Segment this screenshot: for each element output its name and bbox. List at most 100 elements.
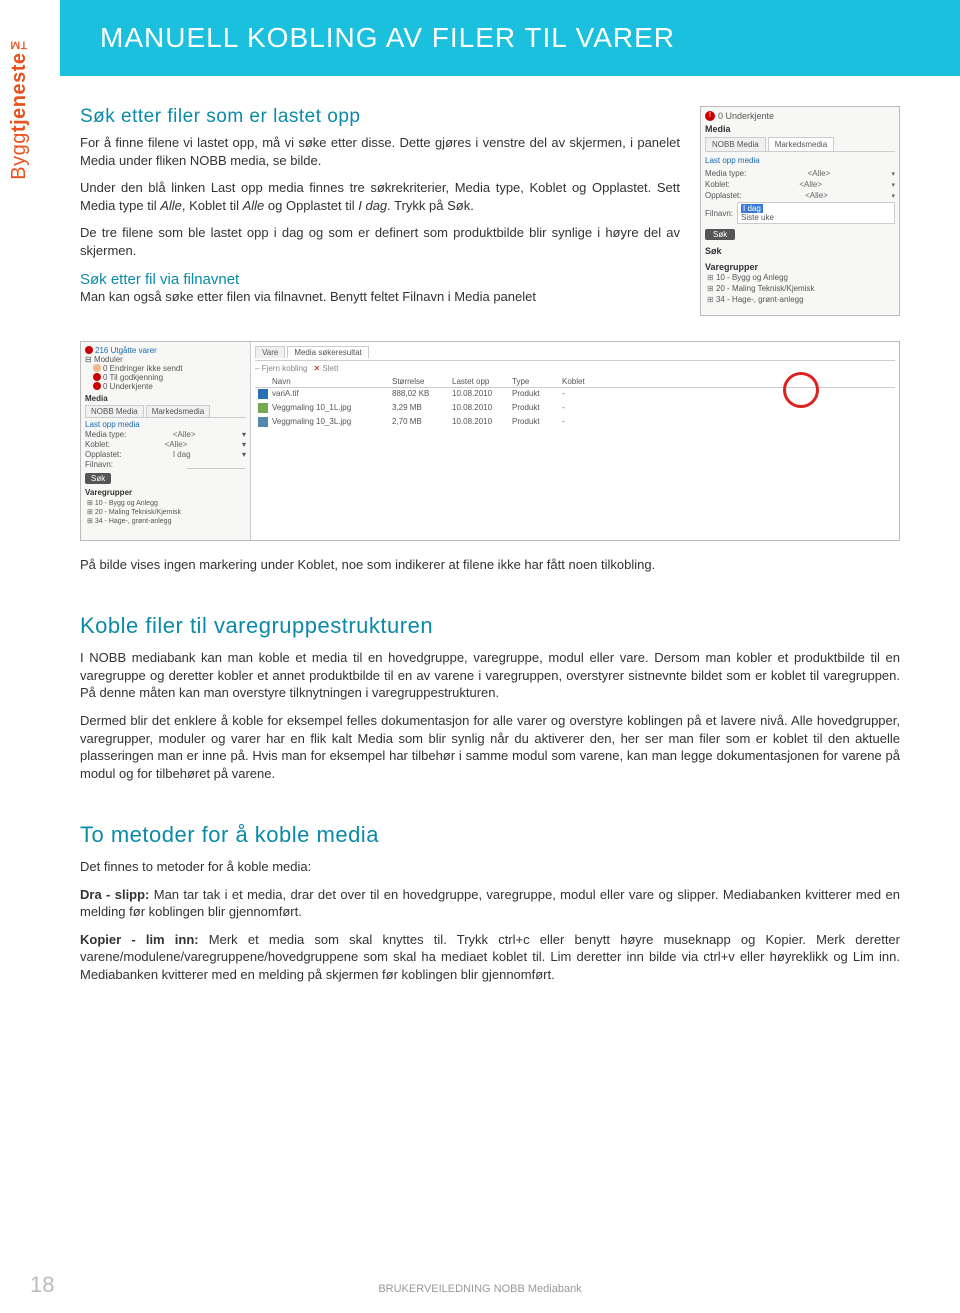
field-filnavn: Filnavn: I dag Siste uke bbox=[705, 202, 895, 224]
logo: Byggtjeneste™ bbox=[8, 30, 31, 180]
mod-item[interactable]: 0 Endringer ikke sendt bbox=[85, 364, 246, 373]
file-icon bbox=[258, 417, 268, 427]
sok-header: Søk bbox=[705, 246, 895, 256]
tree-item[interactable]: ⊞ 10 - Bygg og Anlegg bbox=[87, 499, 246, 508]
tab-vare[interactable]: Vare bbox=[255, 346, 285, 358]
plus-icon[interactable]: ⊞ bbox=[707, 273, 714, 282]
warn-icon bbox=[93, 382, 101, 390]
th-size[interactable]: Størrelse bbox=[389, 376, 449, 387]
warn-text: 0 Underkjente bbox=[718, 111, 774, 121]
delete-icon: ✕ bbox=[313, 364, 320, 373]
media-header: Media bbox=[85, 394, 246, 403]
section-1-p2: Under den blå linken Last opp media finn… bbox=[80, 179, 680, 214]
tree: ⊞ 10 - Bygg og Anlegg ⊞ 20 - Maling Tekn… bbox=[85, 499, 246, 526]
section-3-p1: I NOBB mediabank kan man koble et media … bbox=[80, 649, 900, 702]
section-4-p2: Kopier - lim inn: Merk et media som skal… bbox=[80, 931, 900, 984]
tree-item[interactable]: ⊞ 20 - Maling Teknisk/Kjemisk bbox=[707, 283, 895, 294]
result-tabs: Vare Media søkeresultat bbox=[255, 346, 895, 361]
opplastet-value[interactable]: <Alle> bbox=[805, 191, 828, 200]
logo-tm: ™ bbox=[8, 30, 30, 53]
upload-media-link[interactable]: Last opp media bbox=[705, 156, 895, 165]
section-3-p2: Dermed blir det enklere å koble for ekse… bbox=[80, 712, 900, 782]
field-media-type: Media type: <Alle> ▾ bbox=[705, 169, 895, 178]
media-label: Media bbox=[705, 124, 895, 134]
warn-row: ! 0 Underkjente bbox=[705, 111, 895, 121]
left-pane: 216 Utgåtte varer ⊟ Moduler 0 Endringer … bbox=[81, 342, 251, 540]
media-type-value[interactable]: <Alle> bbox=[808, 169, 831, 178]
section-2-p1: Man kan også søke etter filen via filnav… bbox=[80, 288, 680, 306]
plus-icon[interactable]: ⊞ bbox=[707, 284, 714, 293]
f-opplastet: Opplastet:I dag▾ bbox=[85, 450, 246, 459]
file-icon bbox=[258, 403, 268, 413]
annotation-circle bbox=[783, 372, 819, 408]
tree-item[interactable]: ⊞ 34 - Hage-, grønt-anlegg bbox=[707, 294, 895, 305]
dropdown-option[interactable]: Siste uke bbox=[741, 213, 891, 222]
tab-nobb-media[interactable]: NOBB Media bbox=[705, 137, 766, 151]
footer-text: BRUKERVEILEDNING NOBB Mediabank bbox=[0, 1283, 960, 1295]
th-name[interactable]: Navn bbox=[269, 376, 389, 387]
tree: ⊞ 10 - Bygg og Anlegg ⊞ 20 - Maling Tekn… bbox=[705, 272, 895, 306]
plus-icon[interactable]: ⊞ bbox=[707, 295, 714, 304]
page-title: MANUELL KOBLING AV FILER TIL VARER bbox=[60, 0, 960, 76]
mod-item[interactable]: 0 Underkjente bbox=[85, 382, 246, 391]
expired-link[interactable]: 216 Utgåtte varer bbox=[85, 346, 246, 355]
section-4-p1: Dra - slipp: Man tar tak i et media, dra… bbox=[80, 886, 900, 921]
chevron-down-icon[interactable]: ▾ bbox=[242, 450, 246, 459]
tree-item[interactable]: ⊞ 10 - Bygg og Anlegg bbox=[707, 272, 895, 283]
f-koblet: Koblet:<Alle>▾ bbox=[85, 440, 246, 449]
dropdown-selected[interactable]: I dag bbox=[741, 204, 763, 213]
koblet-value[interactable]: <Alle> bbox=[799, 180, 822, 189]
section-1-heading: Søk etter filer som er lastet opp bbox=[80, 106, 680, 128]
right-pane: Vare Media søkeresultat – Fjern kobling … bbox=[251, 342, 899, 540]
search-button[interactable]: Søk bbox=[705, 229, 735, 240]
chevron-down-icon[interactable]: ▾ bbox=[242, 440, 246, 449]
media-tabs: NOBB Media Markedsmedia bbox=[705, 137, 895, 152]
filnavn-input[interactable] bbox=[186, 460, 246, 469]
screenshot-media-panel: ! 0 Underkjente Media NOBB Media Markeds… bbox=[700, 106, 900, 316]
f-media-type: Media type:<Alle>▾ bbox=[85, 430, 246, 439]
section-2-heading: Søk etter fil via filnavnet bbox=[80, 271, 680, 288]
tab-markedsmedia[interactable]: Markedsmedia bbox=[146, 405, 210, 417]
note-text: På bilde vises ingen markering under Kob… bbox=[80, 556, 900, 574]
th-date[interactable]: Lastet opp bbox=[449, 376, 509, 387]
section-4-intro: Det finnes to metoder for å koble media: bbox=[80, 858, 900, 876]
section-4-heading: To metoder for å koble media bbox=[80, 822, 900, 848]
field-koblet: Koblet: <Alle> ▾ bbox=[705, 180, 895, 189]
remove-link-action[interactable]: – Fjern kobling bbox=[255, 364, 307, 373]
tree-item[interactable]: ⊞ 20 - Maling Teknisk/Kjemisk bbox=[87, 508, 246, 517]
mod-item[interactable]: 0 Til godkjenning bbox=[85, 373, 246, 382]
opplastet-dropdown[interactable]: I dag Siste uke bbox=[737, 202, 895, 224]
upload-link[interactable]: Last opp media bbox=[85, 420, 246, 429]
chevron-down-icon[interactable]: ▾ bbox=[891, 170, 895, 178]
tab-nobb-media[interactable]: NOBB Media bbox=[85, 405, 144, 417]
chevron-down-icon[interactable]: ▾ bbox=[891, 192, 895, 200]
tab-markedsmedia[interactable]: Markedsmedia bbox=[768, 137, 834, 151]
screenshot-search-results: 216 Utgåtte varer ⊟ Moduler 0 Endringer … bbox=[80, 341, 900, 541]
tab-media-results[interactable]: Media søkeresultat bbox=[287, 346, 369, 358]
file-icon bbox=[258, 389, 268, 399]
logo-bold: tjeneste bbox=[8, 53, 30, 133]
section-1-p1: For å finne filene vi lastet opp, må vi … bbox=[80, 134, 680, 169]
moduler-label: ⊟ Moduler bbox=[85, 355, 246, 364]
field-opplastet: Opplastet: <Alle> ▾ bbox=[705, 191, 895, 200]
logo-prefix: Bygg bbox=[8, 132, 30, 180]
varegrupper-header: Varegrupper bbox=[705, 262, 895, 272]
tabs: NOBB Media Markedsmedia bbox=[85, 405, 246, 418]
th-koblet[interactable]: Koblet bbox=[559, 376, 609, 387]
warning-icon: ! bbox=[705, 111, 715, 121]
section-1: Søk etter filer som er lastet opp For å … bbox=[80, 106, 680, 316]
warning-icon bbox=[85, 346, 93, 354]
tree-item[interactable]: ⊞ 34 - Hage-, grønt-anlegg bbox=[87, 517, 246, 526]
varegrupper-header: Varegrupper bbox=[85, 488, 246, 497]
chevron-down-icon[interactable]: ▾ bbox=[891, 181, 895, 189]
warn-icon bbox=[93, 373, 101, 381]
delete-action[interactable]: ✕ Slett bbox=[313, 364, 338, 373]
search-button[interactable]: Søk bbox=[85, 473, 111, 484]
section-1-p3: De tre filene som ble lastet opp i dag o… bbox=[80, 224, 680, 259]
table-row[interactable]: Veggmaling 10_3L.jpg 2,70 MB 10.08.2010 … bbox=[255, 416, 895, 430]
chevron-down-icon[interactable]: ▾ bbox=[242, 430, 246, 439]
f-filnavn: Filnavn: bbox=[85, 460, 246, 469]
th-type[interactable]: Type bbox=[509, 376, 559, 387]
warn-icon bbox=[93, 364, 101, 372]
section-3-heading: Koble filer til varegruppestrukturen bbox=[80, 613, 900, 639]
